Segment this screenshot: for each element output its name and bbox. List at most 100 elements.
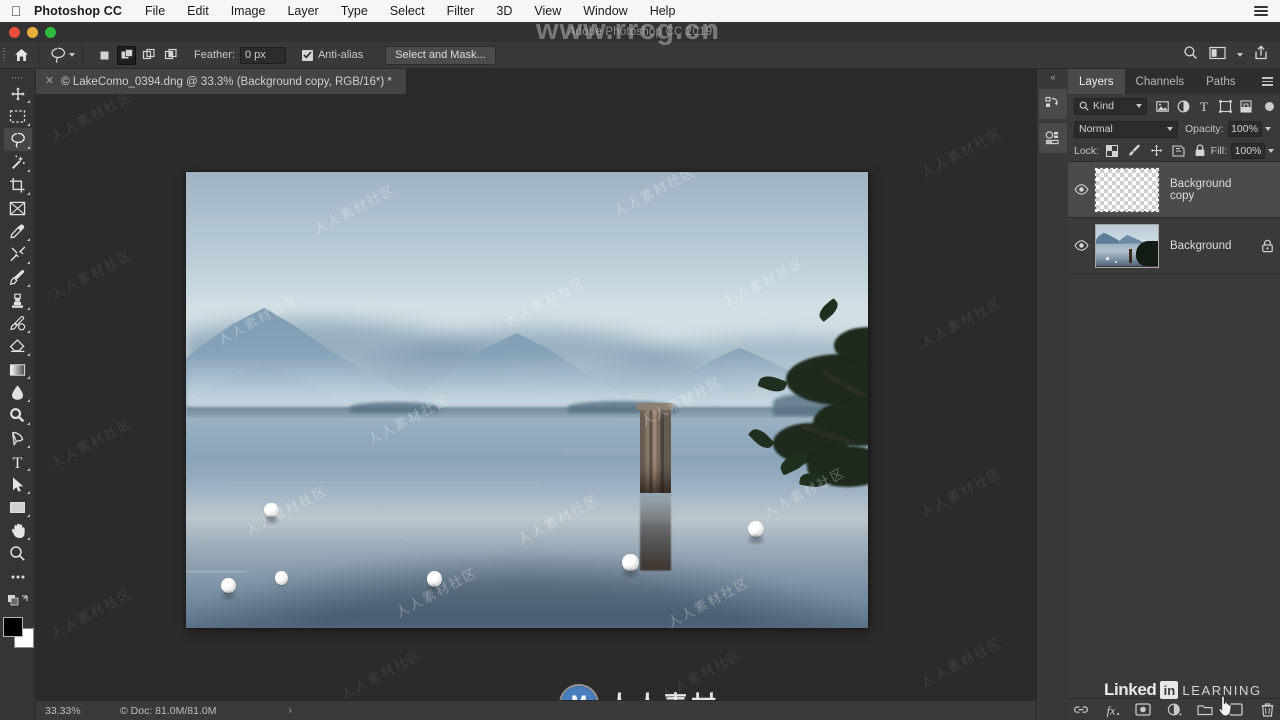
fill-value[interactable]: 100% bbox=[1231, 142, 1265, 159]
new-selection-button[interactable] bbox=[95, 46, 114, 65]
spot-healing-brush-tool[interactable] bbox=[4, 243, 32, 266]
layer-name[interactable]: Background bbox=[1170, 240, 1254, 252]
collapse-panels-icon[interactable]: « bbox=[1037, 69, 1069, 85]
crop-tool[interactable] bbox=[4, 174, 32, 197]
foreground-color-swatch[interactable] bbox=[2, 617, 23, 637]
subtract-from-selection-button[interactable] bbox=[139, 46, 158, 65]
edit-toolbar-more-button[interactable] bbox=[4, 565, 32, 588]
chevron-down-icon[interactable] bbox=[1268, 148, 1274, 153]
tab-paths[interactable]: Paths bbox=[1195, 69, 1246, 94]
add-to-selection-button[interactable] bbox=[117, 45, 136, 65]
document-tab[interactable]: ✕ © LakeComo_0394.dng @ 33.3% (Backgroun… bbox=[36, 69, 407, 94]
opacity-value[interactable]: 100% bbox=[1227, 121, 1262, 137]
zoom-level[interactable]: 33.33% bbox=[36, 705, 108, 717]
toolbar-grip[interactable] bbox=[10, 73, 26, 82]
type-tool[interactable]: T bbox=[4, 450, 32, 473]
pixel-layer-filter-icon[interactable] bbox=[1155, 99, 1169, 113]
rectangle-tool[interactable] bbox=[4, 496, 32, 519]
menu-view[interactable]: View bbox=[523, 4, 572, 18]
adjustment-layer-filter-icon[interactable] bbox=[1176, 99, 1190, 113]
filter-toggle-icon[interactable] bbox=[1265, 101, 1274, 111]
clone-stamp-tool[interactable] bbox=[4, 289, 32, 312]
menu-window[interactable]: Window bbox=[572, 4, 638, 18]
feather-input[interactable]: 0 px bbox=[239, 46, 286, 64]
search-icon[interactable] bbox=[1183, 45, 1198, 65]
layer-thumbnail-photo[interactable] bbox=[1095, 223, 1159, 268]
menu-image[interactable]: Image bbox=[220, 4, 277, 18]
eraser-tool[interactable] bbox=[4, 335, 32, 358]
layer-thumbnail-wrap[interactable] bbox=[1094, 167, 1160, 213]
share-icon[interactable] bbox=[1254, 45, 1268, 65]
history-panel-icon[interactable] bbox=[1038, 89, 1067, 119]
lock-image-pixels-icon[interactable] bbox=[1127, 144, 1141, 158]
menubar-app-name[interactable]: Photoshop CC bbox=[26, 4, 134, 18]
type-layer-filter-icon[interactable]: T bbox=[1197, 99, 1211, 113]
rectangular-marquee-tool[interactable] bbox=[4, 105, 32, 128]
close-icon[interactable]: ✕ bbox=[45, 76, 54, 87]
new-layer-icon[interactable] bbox=[1228, 702, 1244, 718]
pen-tool[interactable] bbox=[4, 427, 32, 450]
smart-object-filter-icon[interactable] bbox=[1239, 99, 1253, 113]
menu-filter[interactable]: Filter bbox=[436, 4, 486, 18]
delete-layer-icon[interactable] bbox=[1259, 702, 1275, 718]
menu-3d[interactable]: 3D bbox=[485, 4, 523, 18]
layer-thumbnail-wrap[interactable] bbox=[1094, 223, 1160, 269]
shape-layer-filter-icon[interactable] bbox=[1218, 99, 1232, 113]
brush-tool[interactable] bbox=[4, 266, 32, 289]
chevron-down-icon[interactable] bbox=[1237, 53, 1243, 57]
options-bar-grip[interactable] bbox=[0, 42, 8, 69]
lasso-tool[interactable] bbox=[3, 128, 32, 151]
zoom-tool[interactable] bbox=[4, 542, 32, 565]
gradient-tool[interactable] bbox=[4, 358, 32, 381]
active-tool-preset[interactable] bbox=[43, 44, 78, 66]
chevron-down-icon[interactable] bbox=[1136, 104, 1142, 108]
tab-channels[interactable]: Channels bbox=[1125, 69, 1196, 94]
frame-tool[interactable] bbox=[4, 197, 32, 220]
chevron-down-icon[interactable] bbox=[69, 53, 75, 57]
panel-menu-icon[interactable] bbox=[1254, 69, 1280, 94]
chevron-down-icon[interactable] bbox=[1264, 127, 1271, 131]
filter-kind-select[interactable]: Kind bbox=[1074, 97, 1147, 115]
lock-all-icon[interactable] bbox=[1193, 144, 1207, 158]
table-row[interactable]: Background copy bbox=[1068, 162, 1280, 218]
blur-tool[interactable] bbox=[4, 381, 32, 404]
new-adjustment-layer-icon[interactable] bbox=[1166, 702, 1182, 718]
color-swatches[interactable] bbox=[2, 617, 34, 648]
checkbox-checked-icon[interactable] bbox=[301, 49, 313, 61]
lock-artboard-nesting-icon[interactable] bbox=[1171, 144, 1185, 158]
default-colors-and-swap[interactable] bbox=[4, 588, 32, 611]
workspace-arrange-icon[interactable] bbox=[1209, 46, 1226, 65]
add-layer-style-icon[interactable]: fx bbox=[1104, 702, 1120, 718]
layer-visibility-toggle[interactable] bbox=[1068, 240, 1094, 251]
dodge-tool[interactable] bbox=[4, 404, 32, 427]
layer-visibility-toggle[interactable] bbox=[1068, 184, 1094, 195]
menu-list-icon[interactable] bbox=[1254, 6, 1268, 16]
apple-logo-icon[interactable]:  bbox=[0, 3, 26, 19]
add-layer-mask-icon[interactable] bbox=[1135, 702, 1151, 718]
menu-file[interactable]: File bbox=[134, 4, 176, 18]
eyedropper-tool[interactable] bbox=[4, 220, 32, 243]
move-tool[interactable] bbox=[4, 82, 32, 105]
select-and-mask-button[interactable]: Select and Mask... bbox=[385, 45, 496, 65]
blend-mode-select[interactable]: Normal bbox=[1074, 120, 1178, 138]
layer-thumbnail-transparent[interactable] bbox=[1095, 167, 1159, 212]
home-icon[interactable] bbox=[8, 42, 34, 69]
path-selection-tool[interactable] bbox=[4, 473, 32, 496]
menu-layer[interactable]: Layer bbox=[276, 4, 329, 18]
layer-name[interactable]: Background copy bbox=[1170, 178, 1254, 202]
properties-panel-icon[interactable] bbox=[1038, 123, 1067, 153]
image-canvas[interactable]: 人人素材社区 人人素材社区 人人素材社区 人人素材社区 人人素材社区 人人素材社… bbox=[186, 172, 868, 628]
lock-position-icon[interactable] bbox=[1149, 144, 1163, 158]
lock-transparent-pixels-icon[interactable] bbox=[1105, 144, 1119, 158]
menu-type[interactable]: Type bbox=[330, 4, 379, 18]
canvas-area[interactable]: 人人素材社区 人人素材社区 人人素材社区 人人素材社区 人人素材社区 人人素材社… bbox=[36, 94, 1036, 700]
new-group-icon[interactable] bbox=[1197, 702, 1213, 718]
hand-tool[interactable] bbox=[4, 519, 32, 542]
table-row[interactable]: Background bbox=[1068, 218, 1280, 274]
menu-edit[interactable]: Edit bbox=[176, 4, 220, 18]
quick-selection-tool[interactable] bbox=[4, 151, 32, 174]
tab-layers[interactable]: Layers bbox=[1068, 69, 1125, 94]
menu-select[interactable]: Select bbox=[379, 4, 436, 18]
chevron-right-icon[interactable]: › bbox=[288, 705, 291, 716]
link-layers-icon[interactable] bbox=[1073, 702, 1089, 718]
